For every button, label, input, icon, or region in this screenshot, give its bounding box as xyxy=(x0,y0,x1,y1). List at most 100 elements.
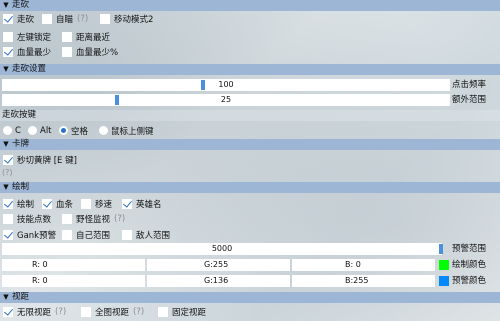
section-header-walk-settings[interactable]: ▼ 走砍设置 xyxy=(0,64,500,75)
unlimited-vision-checkbox[interactable]: 无限视距 (?) xyxy=(3,306,66,318)
cheat-menu-panel: ▼ 走砍 走砍 自瞄 (?) 移动模式2 左键锁定 距离最近 血量最少 血量最少… xyxy=(0,0,500,321)
collapse-triangle-icon: ▼ xyxy=(3,1,9,9)
checkbox-unchecked-icon xyxy=(62,46,72,57)
click-freq-slider[interactable]: 100 xyxy=(2,79,450,91)
radio-label: Alt xyxy=(40,125,52,136)
radio-c[interactable]: C xyxy=(3,126,21,136)
checkbox-checked-icon xyxy=(42,198,52,209)
color-g-value: G:136 xyxy=(204,276,229,285)
draw-color-g-field[interactable]: G:255 xyxy=(147,259,290,271)
instant-yellow-checkbox[interactable]: 秒切黄牌 [E 键] xyxy=(3,154,77,166)
move-mode-checkbox[interactable]: 移动模式2 xyxy=(100,13,153,25)
help-icon[interactable]: (?) xyxy=(114,214,125,224)
warn-color-r-field[interactable]: R: 0 xyxy=(2,275,145,287)
blood-checkbox[interactable]: 血条 xyxy=(42,198,73,210)
self-range-checkbox[interactable]: 自己范围 xyxy=(62,229,110,241)
skill-points-label: 技能点数 xyxy=(17,214,52,225)
skill-points-checkbox[interactable]: 技能点数 xyxy=(3,213,51,225)
slider-knob[interactable] xyxy=(115,95,119,105)
blood-label: 血条 xyxy=(56,199,74,210)
section-header-draw[interactable]: ▼ 绘制 xyxy=(0,182,500,193)
checkbox-checked-icon xyxy=(3,13,13,24)
least-hp-checkbox[interactable]: 血量最少 xyxy=(3,46,51,58)
help-icon[interactable]: (?) xyxy=(2,168,13,177)
nearest-checkbox[interactable]: 距离最近 xyxy=(62,31,110,43)
color-r-value: R: 0 xyxy=(32,276,48,285)
radio-label: 鼠标上侧键 xyxy=(111,126,154,137)
walk-checkbox[interactable]: 走砍 xyxy=(3,13,34,25)
draw-checkbox[interactable]: 绘制 xyxy=(3,198,34,210)
section-title: 绘制 xyxy=(12,182,30,192)
warn-color-b-field[interactable]: B:255 xyxy=(292,275,435,287)
extra-range-slider[interactable]: 25 xyxy=(2,94,450,106)
draw-row-3: Gank预警 自己范围 敌人范围 xyxy=(0,228,500,241)
section-header-walk[interactable]: ▼ 走砍 xyxy=(0,0,500,11)
draw-label: 绘制 xyxy=(17,199,35,210)
section-title: 走砍设置 xyxy=(12,64,47,74)
fixed-vision-label: 固定视距 xyxy=(172,307,207,318)
checkbox-unchecked-icon xyxy=(62,229,72,240)
warn-range-slider[interactable]: 5000 xyxy=(2,243,443,255)
collapse-triangle-icon: ▼ xyxy=(3,183,9,191)
vision-row: 无限视距 (?) 全图视距 (?) 固定视距 xyxy=(0,305,500,318)
help-icon[interactable]: (?) xyxy=(133,307,144,317)
radio-mouse-side[interactable]: 鼠标上侧键 xyxy=(99,125,154,137)
radio-unselected-icon xyxy=(28,126,37,135)
global-vision-label: 全图视距 xyxy=(95,307,130,318)
walk-row-3: 血量最少 血量最少% xyxy=(0,45,500,58)
radio-label: C xyxy=(15,125,21,136)
hero-name-checkbox[interactable]: 英雄名 xyxy=(122,198,162,210)
section-title-walk-key: 走砍按键 xyxy=(0,110,500,121)
warn-range-label: 预警范围 xyxy=(452,244,487,254)
move-speed-label: 移速 xyxy=(95,199,113,210)
checkbox-unchecked-icon xyxy=(42,13,52,24)
section-header-vision[interactable]: ▼ 视距 xyxy=(0,292,500,303)
walk-key-radio-row: C Alt 空格 鼠标上侧键 xyxy=(0,124,500,137)
color-r-value: R: 0 xyxy=(32,260,48,269)
radio-label: 空格 xyxy=(71,126,89,137)
checkbox-unchecked-icon xyxy=(100,13,110,24)
help-icon[interactable]: (?) xyxy=(77,14,88,24)
card-row: 秒切黄牌 [E 键] xyxy=(0,153,500,166)
checkbox-unchecked-icon xyxy=(62,213,72,224)
radio-alt[interactable]: Alt xyxy=(28,126,52,136)
left-lock-checkbox[interactable]: 左键锁定 xyxy=(3,31,51,43)
jungle-monitor-checkbox[interactable]: 野怪监视 (?) xyxy=(62,213,125,225)
draw-color-swatch[interactable] xyxy=(439,260,449,270)
slider-value: 100 xyxy=(218,80,234,89)
least-hp-pct-label: 血量最少% xyxy=(76,47,119,58)
move-speed-checkbox[interactable]: 移速 xyxy=(81,198,112,210)
radio-space[interactable]: 空格 xyxy=(59,125,88,137)
slider-knob[interactable] xyxy=(201,80,205,90)
walk-row-2: 左键锁定 距离最近 xyxy=(0,30,500,43)
jungle-monitor-label: 野怪监视 xyxy=(76,214,111,225)
help-icon[interactable]: (?) xyxy=(55,307,66,317)
warn-color-swatch[interactable] xyxy=(439,276,449,286)
aim-label: 自瞄 xyxy=(56,14,74,25)
draw-color-label: 绘制颜色 xyxy=(452,260,487,270)
collapse-triangle-icon: ▼ xyxy=(3,293,9,301)
draw-row-1: 绘制 血条 移速 英雄名 xyxy=(0,197,500,210)
least-hp-label: 血量最少 xyxy=(17,47,52,58)
fixed-vision-checkbox[interactable]: 固定视距 xyxy=(158,306,206,318)
gank-warning-checkbox[interactable]: Gank预警 xyxy=(3,229,56,241)
global-vision-checkbox[interactable]: 全图视距 (?) xyxy=(81,306,144,318)
section-header-card[interactable]: ▼ 卡牌 xyxy=(0,139,500,150)
warn-color-label: 预警颜色 xyxy=(452,276,487,286)
checkbox-unchecked-icon xyxy=(158,306,168,317)
move-mode-label: 移动模式2 xyxy=(114,14,154,25)
aim-checkbox[interactable]: 自瞄 (?) xyxy=(42,13,88,25)
collapse-triangle-icon: ▼ xyxy=(3,140,9,148)
draw-color-r-field[interactable]: R: 0 xyxy=(2,259,145,271)
checkbox-unchecked-icon xyxy=(81,198,91,209)
enemy-range-checkbox[interactable]: 敌人范围 xyxy=(122,229,170,241)
checkbox-checked-icon xyxy=(3,306,13,317)
checkbox-checked-icon xyxy=(3,154,13,165)
least-hp-pct-checkbox[interactable]: 血量最少% xyxy=(62,46,118,58)
radio-unselected-icon xyxy=(99,126,108,135)
draw-color-b-field[interactable]: B: 0 xyxy=(292,259,435,271)
slider-knob[interactable] xyxy=(439,244,443,254)
gank-warning-label: Gank预警 xyxy=(17,230,57,241)
checkbox-unchecked-icon xyxy=(122,229,132,240)
warn-color-g-field[interactable]: G:136 xyxy=(147,275,290,287)
